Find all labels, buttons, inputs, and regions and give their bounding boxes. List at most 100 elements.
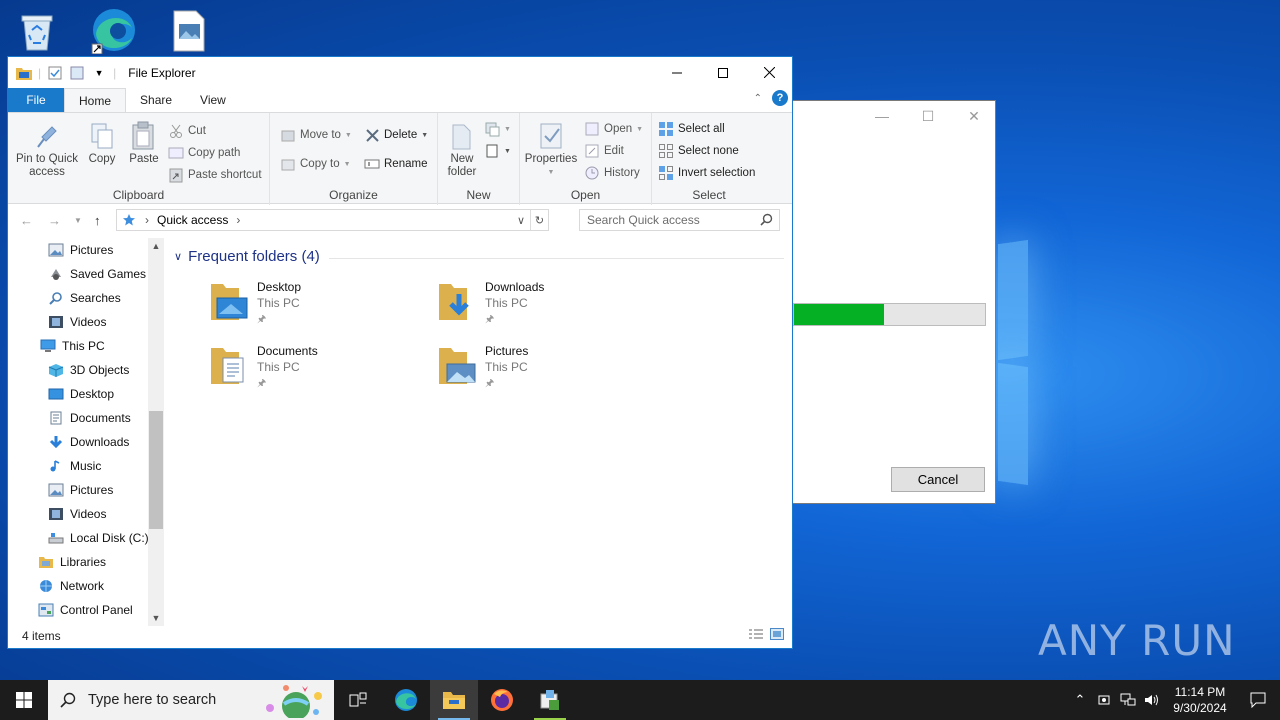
- select-all-button[interactable]: Select all: [658, 119, 725, 139]
- image-file-icon[interactable]: [160, 6, 216, 56]
- invert-selection-button[interactable]: Invert selection: [658, 163, 755, 183]
- tab-view[interactable]: View: [186, 88, 240, 112]
- folder-tile-pictures[interactable]: Pictures This PC 🖈: [437, 344, 657, 400]
- start-button[interactable]: [0, 680, 48, 720]
- recycle-bin-icon[interactable]: [9, 6, 65, 56]
- search-box[interactable]: Search Quick access: [579, 209, 780, 231]
- properties-button[interactable]: Properties ▼: [522, 119, 580, 179]
- select-none-button[interactable]: Select none: [658, 141, 739, 161]
- address-dropdown-icon[interactable]: ∨: [512, 210, 530, 230]
- forward-arrow-icon[interactable]: →: [48, 213, 61, 228]
- sidebar-item[interactable]: Pictures: [48, 238, 113, 262]
- cut-button[interactable]: Cut: [168, 121, 206, 141]
- sidebar-item[interactable]: Documents: [48, 406, 131, 430]
- edit-button[interactable]: Edit: [584, 141, 624, 161]
- dialog-minimize-button[interactable]: —: [859, 101, 905, 131]
- help-icon[interactable]: ?: [772, 90, 788, 106]
- rename-button[interactable]: Rename: [364, 154, 427, 174]
- network-icon[interactable]: [1116, 693, 1140, 707]
- sidebar-item[interactable]: Local Disk (C:): [48, 526, 149, 550]
- group-new: New folder ▼ ▼ New: [438, 113, 520, 205]
- easy-access-button[interactable]: ▼: [484, 141, 511, 161]
- sidebar-item[interactable]: Pictures: [48, 478, 113, 502]
- address-bar[interactable]: › Quick access › ∨ ↻: [116, 209, 549, 231]
- copy-path-button[interactable]: Copy path: [168, 143, 240, 163]
- recent-locations-icon[interactable]: ▼: [74, 216, 82, 225]
- sidebar-item[interactable]: Videos: [48, 310, 106, 334]
- dialog-maximize-button[interactable]: ☐: [905, 101, 951, 131]
- delete-x-icon: [364, 127, 380, 143]
- properties-qat-icon[interactable]: [47, 65, 63, 81]
- sidebar-item[interactable]: 3D Objects: [48, 358, 129, 382]
- documents-folder-icon: [209, 344, 249, 388]
- paste-button[interactable]: Paste: [126, 119, 162, 166]
- tab-home[interactable]: Home: [64, 88, 127, 112]
- move-to-icon: [280, 127, 296, 143]
- search-icon[interactable]: [760, 213, 773, 229]
- pinned-icon: 🖈: [485, 378, 495, 389]
- scroll-up-icon[interactable]: ▲: [148, 238, 164, 254]
- pin-to-quick-access-button[interactable]: Pin to Quick access: [14, 119, 80, 179]
- volume-icon[interactable]: [1140, 693, 1164, 707]
- delete-button[interactable]: Delete ▼: [364, 125, 428, 145]
- edge-shortcut-icon[interactable]: [84, 5, 140, 55]
- meet-now-icon[interactable]: [1092, 693, 1116, 707]
- scroll-thumb[interactable]: [149, 411, 163, 529]
- file-explorer-window: | ▼ | File Explorer File Home Share View…: [7, 56, 793, 649]
- nav-scrollbar[interactable]: ▲ ▼: [148, 238, 164, 626]
- sidebar-item[interactable]: Libraries: [38, 550, 106, 574]
- sidebar-item[interactable]: Downloads: [48, 430, 129, 454]
- move-to-label: Move to: [300, 129, 341, 141]
- minimize-button[interactable]: [654, 57, 700, 88]
- dialog-close-button[interactable]: ✕: [951, 101, 997, 131]
- sidebar-item[interactable]: Desktop: [48, 382, 114, 406]
- taskbar-search-box[interactable]: Type here to search: [48, 680, 334, 720]
- folder-tile-documents[interactable]: Documents This PC 🖈: [209, 344, 429, 400]
- refresh-icon[interactable]: ↻: [530, 210, 548, 230]
- copy-to-button[interactable]: Copy to ▼: [280, 154, 351, 174]
- clock-date: 9/30/2024: [1173, 701, 1227, 715]
- new-folder-qat-icon[interactable]: [69, 65, 85, 81]
- show-hidden-icons-chevron-icon[interactable]: ⌃: [1068, 692, 1092, 708]
- taskbar-edge[interactable]: [382, 680, 430, 720]
- tab-file[interactable]: File: [8, 88, 64, 112]
- frequent-folders-header[interactable]: ∨ Frequent folders (4): [174, 248, 320, 265]
- copy-button[interactable]: Copy: [86, 119, 118, 166]
- sidebar-item[interactable]: Network: [38, 574, 104, 598]
- taskbar-installer-app[interactable]: [526, 680, 574, 720]
- sidebar-item[interactable]: This PC: [40, 334, 105, 358]
- maximize-button[interactable]: [700, 57, 746, 88]
- breadcrumb-quick-access[interactable]: Quick access: [157, 213, 228, 227]
- paste-shortcut-button[interactable]: Paste shortcut: [168, 165, 262, 185]
- sidebar-item[interactable]: Searches: [48, 286, 121, 310]
- action-center-button[interactable]: [1236, 692, 1280, 708]
- up-arrow-icon[interactable]: ↑: [94, 213, 101, 228]
- details-view-icon[interactable]: [748, 628, 764, 643]
- sidebar-item[interactable]: Videos: [48, 502, 106, 526]
- task-view-button[interactable]: [334, 680, 382, 720]
- sidebar-item-label: Desktop: [70, 387, 115, 401]
- back-arrow-icon[interactable]: ←: [20, 213, 33, 228]
- sidebar-item[interactable]: Music: [48, 454, 101, 478]
- qat-dropdown-icon[interactable]: ▼: [91, 65, 107, 81]
- ribbon-collapse-icon[interactable]: ⌃: [754, 93, 762, 104]
- history-button[interactable]: History: [584, 163, 640, 183]
- ribbon: Pin to Quick access Copy Paste Cut Copy …: [8, 112, 792, 205]
- close-button[interactable]: [746, 57, 792, 88]
- move-to-button[interactable]: Move to ▼: [280, 125, 352, 145]
- large-icons-view-icon[interactable]: [770, 628, 784, 643]
- new-item-button[interactable]: ▼: [484, 119, 511, 139]
- folder-tile-desktop[interactable]: Desktop This PC 🖈: [209, 280, 429, 336]
- open-group-label: Open: [570, 188, 601, 202]
- pinned-icon: 🖈: [485, 314, 495, 325]
- new-folder-button[interactable]: New folder: [442, 119, 482, 179]
- cancel-button[interactable]: Cancel: [891, 467, 985, 492]
- sidebar-item[interactable]: Saved Games: [48, 262, 146, 286]
- open-button[interactable]: Open ▼: [584, 119, 643, 139]
- taskbar-firefox[interactable]: [478, 680, 526, 720]
- folder-tile-downloads[interactable]: Downloads This PC 🖈: [437, 280, 657, 336]
- sidebar-item[interactable]: Control Panel: [38, 598, 133, 622]
- clock[interactable]: 11:14 PM 9/30/2024: [1164, 684, 1236, 716]
- taskbar-file-explorer[interactable]: [430, 680, 478, 720]
- tab-share[interactable]: Share: [126, 88, 186, 112]
